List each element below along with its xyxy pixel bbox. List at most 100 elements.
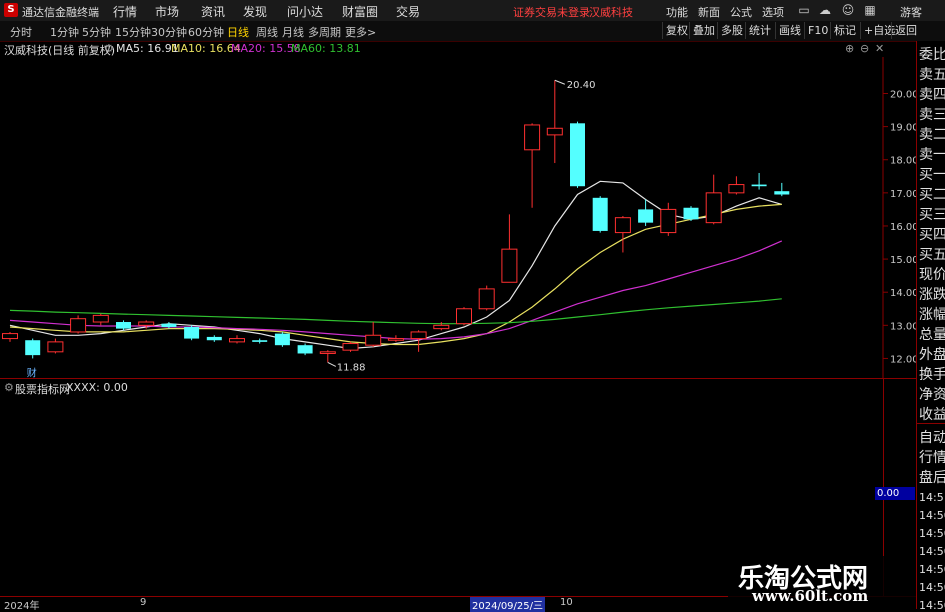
tick-time: 14:50 [919,509,945,522]
btn-fanhui[interactable]: 返回 [891,22,920,39]
candle-body [25,340,41,356]
candle [342,341,359,352]
candle-body [206,336,222,341]
period-1min[interactable]: 1分钟 [50,24,79,40]
title-bar: S 通达信金融终端 行情 市场 资讯 发现 问小达 财富圈 交易 证券交易未登录… [0,0,945,22]
candle-body [456,308,472,325]
cloud-icon[interactable]: ☁ [817,2,833,18]
candle-body [501,248,518,283]
candle [92,313,109,326]
btn-f10[interactable]: F10 [804,22,831,39]
candle [592,196,608,233]
tick-auto[interactable]: 自动 [919,427,945,447]
close-icon[interactable]: ✕ [875,42,884,55]
zoom-in-icon[interactable]: ⊕ [845,42,854,55]
period-30min[interactable]: 30分钟 [151,24,187,40]
period-toolbar: 分时 1分钟 5分钟 15分钟 30分钟 60分钟 日线 周线 月线 多周期 更… [0,21,945,42]
price-chart[interactable]: 20.00 19.00 18.00 17.00 16.00 15.00 14.00 13.00… [0,57,916,378]
watermark-url: www.60lt.com [752,587,869,605]
tick-hangqing[interactable]: 行情 [919,447,945,467]
candle-body [410,331,427,340]
date-label-month9: 9 [140,597,147,608]
period-weekly[interactable]: 周线 [256,24,278,40]
trade-login-notice[interactable]: 证券交易未登录 [513,4,590,20]
period-monthly[interactable]: 月线 [282,24,304,40]
date-label-month10: 10 [560,597,573,608]
quote-buy1: 买一 [919,167,945,183]
candle-body [705,192,722,224]
date-cursor-label: 2024/09/25/三 [470,597,546,612]
menu-hangqing[interactable]: 行情 [113,3,137,20]
candle-body [184,326,200,339]
menu-xuanxiang[interactable]: 选项 [762,4,784,20]
period-multi[interactable]: 多周期 [308,24,341,40]
candle [501,214,518,283]
panel-separator [0,378,916,379]
menu-gongneng[interactable]: 功能 [666,4,688,20]
candle [546,80,563,164]
candle [365,322,382,347]
period-5min[interactable]: 5分钟 [82,24,111,40]
candle-body [274,333,290,346]
y-tick-label: 15.00 [890,255,916,266]
tick-panhou[interactable]: 盘后 [919,467,945,487]
menu-shichang[interactable]: 市场 [155,3,179,20]
menu-zixun[interactable]: 资讯 [201,3,225,20]
candle [319,350,336,363]
btn-fuquan[interactable]: 复权 [662,22,691,39]
period-60min[interactable]: 60分钟 [188,24,224,40]
app-name: 通达信金融终端 [22,6,99,19]
candle [25,338,41,359]
candle [229,335,245,344]
indicator-current-value: 0.00 [875,487,915,500]
period-15min[interactable]: 15分钟 [115,24,151,40]
guest-label[interactable]: 游客 [900,4,922,20]
settings-gear-icon[interactable]: ⚙ [104,42,114,55]
date-label-year: 2024年 [4,601,40,612]
zoom-out-icon[interactable]: ⊖ [860,42,869,55]
tick-time: 14:50 [919,581,945,594]
candle-body [342,343,359,351]
period-more[interactable]: 更多> [345,24,376,40]
quote-buy2: 买二 [919,187,945,203]
btn-biaoji[interactable]: 标记 [830,22,859,39]
btn-huaxian[interactable]: 画线 [775,22,804,39]
candle-body [252,340,268,342]
period-daily[interactable]: 日线 [227,24,249,40]
indicator-name[interactable]: 股票指标网 [15,381,70,397]
y-tick-label: 12.00 [890,354,916,365]
candle [751,172,767,190]
candle-body [92,314,109,323]
candle [252,338,268,344]
ma-line-ma60 [9,298,782,325]
btn-duogu[interactable]: 多股 [717,22,746,39]
menu-caifuquan[interactable]: 财富圈 [342,3,378,20]
btn-diejia[interactable]: 叠加 [689,22,718,39]
candle [206,335,222,342]
menu-xinmian[interactable]: 新面 [698,4,720,20]
y-tick-label: 13.00 [890,321,916,332]
indicator-gear-icon[interactable]: ⚙ [4,381,14,394]
low-pointer [327,361,337,367]
btn-tongji[interactable]: 统计 [745,22,774,39]
menu-jiaoyi[interactable]: 交易 [396,3,420,20]
period-fenshi[interactable]: 分时 [10,24,32,40]
menu-faxian[interactable]: 发现 [243,3,267,20]
panel-divider [917,423,945,424]
user-icon[interactable]: ☺ [840,2,856,18]
candle-body [683,207,699,220]
candle-body [161,323,177,327]
candle-body [728,184,745,194]
ma-info-bar: 汉威科技(日线 前复权) ⚙ MA5: 16.91 MA10: 16.64 MA… [0,41,884,57]
menu-wenxiaoda[interactable]: 问小达 [287,3,323,20]
candle-body [2,333,18,340]
menu-gongshi[interactable]: 公式 [730,4,752,20]
candle [683,206,699,221]
candle [184,325,200,341]
quote-turnover: 换手 [919,367,945,383]
grid-icon[interactable]: ▦ [862,2,878,18]
minimize-tray-icon[interactable]: ▭ [796,2,812,18]
candle-body [138,321,155,326]
indicator-bar: ⚙ 股票指标网 XXXX: 0.00 [0,380,300,396]
candle-body [592,197,608,231]
